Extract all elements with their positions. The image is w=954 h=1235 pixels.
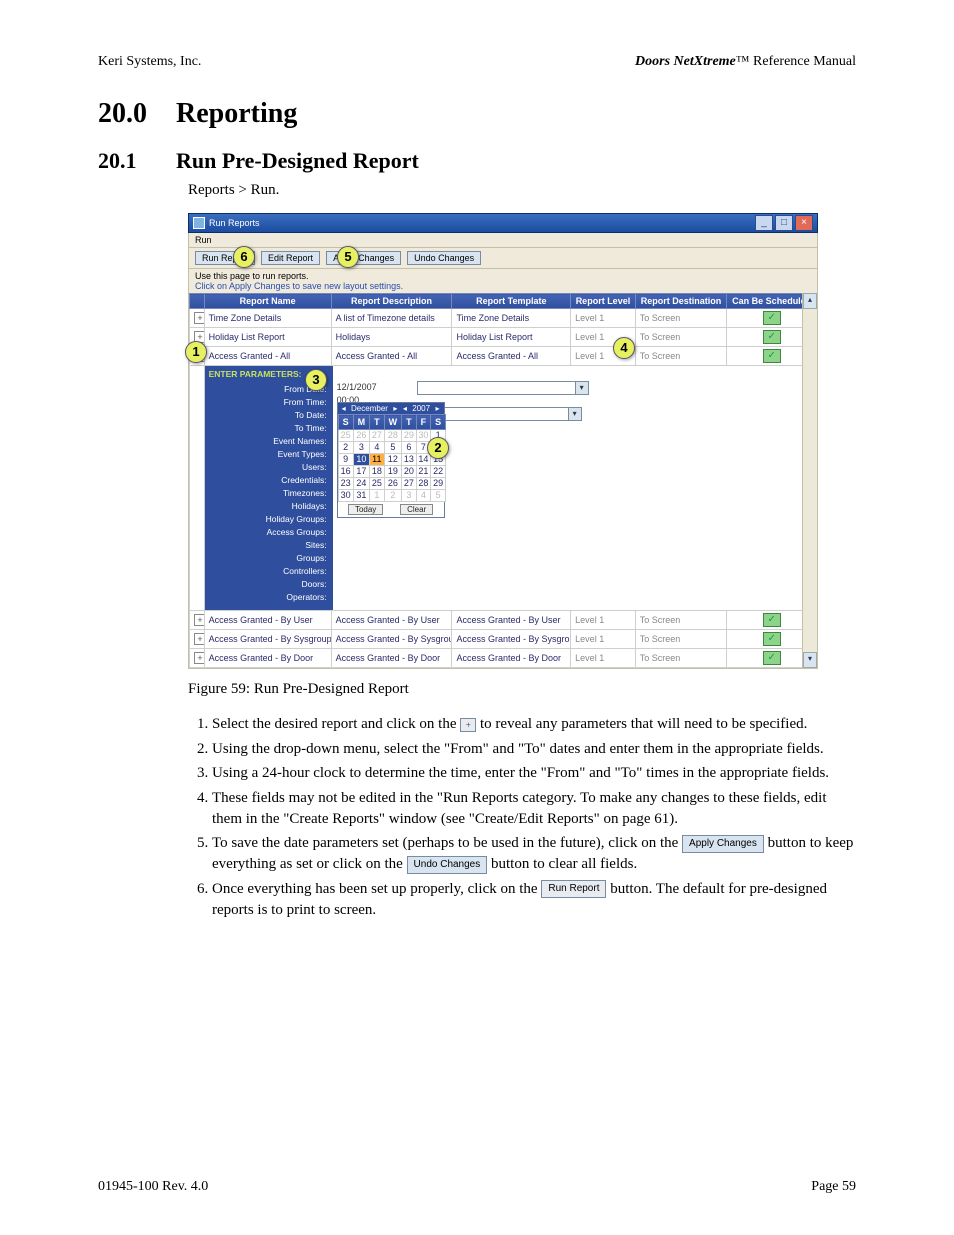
- subsection-heading: 20.1Run Pre-Designed Report: [98, 148, 856, 174]
- undo-changes-button[interactable]: Undo Changes: [407, 251, 481, 265]
- from-date-dropdown[interactable]: [417, 381, 589, 395]
- apply-changes-inline-button: Apply Changes: [682, 835, 764, 853]
- step-3: Using a 24-hour clock to determine the t…: [212, 763, 856, 784]
- grid-row[interactable]: + Access Granted - By Sysgroup Access Gr…: [190, 630, 817, 649]
- col-report-level[interactable]: Report Level: [571, 294, 636, 309]
- scroll-up-icon[interactable]: ▴: [803, 293, 817, 309]
- check-icon: ✓: [763, 613, 781, 627]
- hint-line-2: Click on Apply Changes to save new layou…: [195, 281, 811, 291]
- grid-row[interactable]: + Time Zone Details A list of Timezone d…: [190, 309, 817, 328]
- col-expand[interactable]: [190, 294, 205, 309]
- expand-icon[interactable]: +: [194, 312, 204, 324]
- col-report-description[interactable]: Report Description: [331, 294, 452, 309]
- page-footer: 01945-100 Rev. 4.0 Page 59: [98, 1179, 856, 1195]
- callout-6: 6: [233, 246, 255, 268]
- col-report-name[interactable]: Report Name: [204, 294, 331, 309]
- window-title: Run Reports: [209, 218, 260, 228]
- callout-1: 1: [185, 341, 207, 363]
- page-number: Page 59: [811, 1179, 856, 1195]
- check-icon: ✓: [763, 330, 781, 344]
- breadcrumb: Reports > Run.: [188, 182, 856, 199]
- grid-row[interactable]: − Access Granted - All Access Granted - …: [190, 347, 817, 366]
- header-company: Keri Systems, Inc.: [98, 54, 201, 70]
- month-label[interactable]: December: [349, 404, 390, 413]
- close-button[interactable]: ×: [795, 215, 813, 231]
- expand-icon[interactable]: +: [194, 633, 204, 645]
- run-report-inline-button: Run Report: [541, 880, 606, 898]
- figure-caption: Figure 59: Run Pre-Designed Report: [188, 681, 856, 698]
- col-report-template[interactable]: Report Template: [452, 294, 571, 309]
- callout-4: 4: [613, 337, 635, 359]
- callout-5: 5: [337, 246, 359, 268]
- col-report-destination[interactable]: Report Destination: [635, 294, 727, 309]
- expand-icon: +: [460, 718, 476, 732]
- expand-icon[interactable]: +: [194, 614, 204, 626]
- doc-number: 01945-100 Rev. 4.0: [98, 1179, 208, 1195]
- next-year-icon[interactable]: ▸: [434, 404, 442, 413]
- param-labels: ENTER PARAMETERS: From Date: From Time: …: [205, 366, 333, 610]
- section-heading: 20.0Reporting: [98, 98, 856, 130]
- step-1: Select the desired report and click on t…: [212, 714, 856, 735]
- callout-3: 3: [305, 369, 327, 391]
- clear-button[interactable]: Clear: [400, 504, 433, 515]
- check-icon: ✓: [763, 311, 781, 325]
- vertical-scrollbar[interactable]: ▴ ▾: [802, 293, 817, 668]
- check-icon: ✓: [763, 632, 781, 646]
- menu-bar: Run: [188, 233, 818, 248]
- window-icon: [193, 217, 205, 229]
- prev-month-icon[interactable]: ◂: [340, 404, 348, 413]
- steps-list: Select the desired report and click on t…: [188, 714, 856, 920]
- step-4: These fields may not be edited in the "R…: [212, 788, 856, 829]
- grid-row[interactable]: + Holiday List Report Holidays Holiday L…: [190, 328, 817, 347]
- grid-header-row: Report Name Report Description Report Te…: [190, 294, 817, 309]
- callout-2: 2: [427, 437, 449, 459]
- parameters-panel-row: ENTER PARAMETERS: From Date: From Time: …: [190, 366, 817, 611]
- prev-year-icon[interactable]: ◂: [401, 404, 409, 413]
- undo-changes-inline-button: Undo Changes: [407, 856, 488, 874]
- next-month-icon[interactable]: ▸: [391, 404, 399, 413]
- check-icon: ✓: [763, 349, 781, 363]
- edit-report-button[interactable]: Edit Report: [261, 251, 320, 265]
- reports-grid: Report Name Report Description Report Te…: [188, 293, 818, 669]
- step-6: Once everything has been set up properly…: [212, 879, 856, 920]
- scroll-down-icon[interactable]: ▾: [803, 652, 817, 668]
- hint-line-1: Use this page to run reports.: [195, 271, 811, 281]
- param-values: 12/1/2007 00:00 12/10/2007 ◂ December: [333, 366, 816, 610]
- expand-icon[interactable]: +: [194, 652, 204, 664]
- from-date-value[interactable]: 12/1/2007: [337, 382, 377, 392]
- page-header: Keri Systems, Inc. Doors NetXtreme™ Refe…: [98, 54, 856, 70]
- maximize-button[interactable]: □: [775, 215, 793, 231]
- step-5: To save the date parameters set (perhaps…: [212, 833, 856, 874]
- today-button[interactable]: Today: [348, 504, 383, 515]
- run-reports-window: Run Reports _ □ × Run Run Report Edit Re…: [188, 213, 818, 669]
- menu-run[interactable]: Run: [195, 235, 212, 245]
- grid-row[interactable]: + Access Granted - By User Access Grante…: [190, 611, 817, 630]
- grid-row[interactable]: + Access Granted - By Door Access Grante…: [190, 649, 817, 668]
- minimize-button[interactable]: _: [755, 215, 773, 231]
- hint-area: Use this page to run reports. Click on A…: [188, 269, 818, 293]
- header-doc-title: Doors NetXtreme™ Reference Manual: [635, 54, 856, 70]
- toolbar: Run Report Edit Report Apply Changes Und…: [188, 248, 818, 269]
- window-titlebar[interactable]: Run Reports _ □ ×: [188, 213, 818, 233]
- step-2: Using the drop-down menu, select the "Fr…: [212, 739, 856, 760]
- date-picker[interactable]: ◂ December ▸ ◂ 2007 ▸: [337, 402, 445, 518]
- check-icon: ✓: [763, 651, 781, 665]
- year-label[interactable]: 2007: [410, 404, 432, 413]
